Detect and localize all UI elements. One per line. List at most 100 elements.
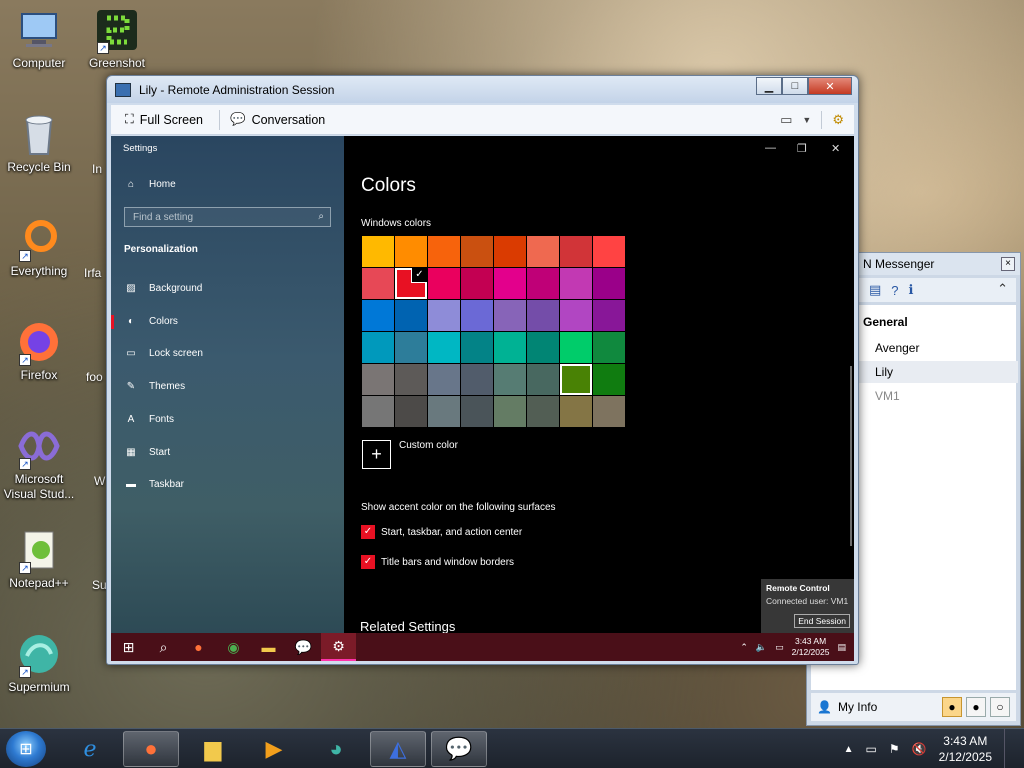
- color-swatch[interactable]: [362, 300, 394, 331]
- close-button[interactable]: ✕: [808, 77, 852, 95]
- partial-icon-label[interactable]: Irfa: [84, 266, 104, 280]
- status-offline-icon[interactable]: ○: [990, 697, 1010, 717]
- color-swatch[interactable]: [428, 300, 460, 331]
- window-titlebar[interactable]: Lily - Remote Administration Session: [107, 76, 858, 103]
- color-swatch[interactable]: [362, 268, 394, 299]
- desktop-icon-recycle-bin[interactable]: Recycle Bin: [0, 112, 78, 175]
- help-icon[interactable]: ?: [891, 283, 898, 298]
- checkbox-start-taskbar[interactable]: ✓ Start, taskbar, and action center: [361, 525, 522, 539]
- color-swatch[interactable]: [395, 268, 427, 299]
- color-swatch[interactable]: [593, 236, 625, 267]
- color-swatch[interactable]: [527, 236, 559, 267]
- desktop-icon-supermium[interactable]: ↗ Supermium: [0, 632, 78, 695]
- conversation-button[interactable]: 💬 Conversation: [226, 112, 335, 127]
- chevron-up-icon[interactable]: ▲: [844, 744, 854, 755]
- color-swatch[interactable]: [560, 396, 592, 427]
- color-swatch[interactable]: [560, 300, 592, 331]
- color-swatch[interactable]: [527, 364, 559, 395]
- desktop-icon-visual-studio[interactable]: ↗ Microsoft Visual Stud...: [0, 424, 78, 502]
- nav-start[interactable]: ▦ Start: [125, 447, 170, 458]
- color-swatch[interactable]: [428, 396, 460, 427]
- color-swatch[interactable]: [428, 332, 460, 363]
- nav-taskbar[interactable]: ▬ Taskbar: [125, 479, 184, 490]
- color-swatch[interactable]: [494, 396, 526, 427]
- taskbar-messenger[interactable]: 💬: [431, 731, 487, 767]
- nav-background[interactable]: ▨ Background: [125, 283, 202, 294]
- taskbar-file-explorer[interactable]: ▆: [185, 731, 241, 767]
- color-swatch[interactable]: [428, 364, 460, 395]
- color-swatch[interactable]: [395, 364, 427, 395]
- search-icon[interactable]: ⌕: [146, 633, 181, 661]
- color-swatch[interactable]: [461, 396, 493, 427]
- color-swatch[interactable]: [527, 268, 559, 299]
- color-swatch[interactable]: [527, 396, 559, 427]
- file-explorer-icon[interactable]: ▬: [251, 633, 286, 661]
- minimize-button[interactable]: ▁: [756, 77, 782, 95]
- clock[interactable]: 3:43 AM 2/12/2025: [939, 733, 992, 765]
- color-swatch[interactable]: [527, 332, 559, 363]
- color-swatch[interactable]: [428, 268, 460, 299]
- color-swatch[interactable]: [494, 364, 526, 395]
- end-session-button[interactable]: End Session: [794, 614, 850, 628]
- network-icon[interactable]: ▭: [866, 742, 877, 756]
- taskbar-internet-explorer[interactable]: ℯ: [62, 731, 118, 767]
- color-swatch[interactable]: [560, 236, 592, 267]
- chevron-down-icon[interactable]: ▼: [802, 115, 811, 125]
- display-select-icon[interactable]: ▭: [780, 112, 792, 128]
- color-swatch[interactable]: [494, 268, 526, 299]
- color-swatch[interactable]: [527, 300, 559, 331]
- close-icon[interactable]: ✕: [831, 142, 840, 155]
- desktop-icon-everything[interactable]: ↗ Everything: [0, 216, 78, 279]
- windows-start-icon[interactable]: ⊞: [111, 633, 146, 661]
- scrollbar[interactable]: [850, 366, 852, 546]
- color-swatch[interactable]: [593, 332, 625, 363]
- start-button[interactable]: ⊞: [6, 731, 46, 767]
- info-icon[interactable]: ℹ: [909, 282, 914, 298]
- color-swatch[interactable]: [362, 364, 394, 395]
- status-away-icon[interactable]: ●: [966, 697, 986, 717]
- color-swatch[interactable]: [395, 300, 427, 331]
- color-swatch[interactable]: [395, 332, 427, 363]
- color-swatch[interactable]: [395, 236, 427, 267]
- taskbar-media-player[interactable]: ▶: [246, 731, 302, 767]
- color-swatch[interactable]: [593, 300, 625, 331]
- settings-gear-icon[interactable]: ⚙: [321, 633, 356, 661]
- chevron-up-icon[interactable]: ⌃: [740, 642, 748, 653]
- nav-themes[interactable]: ✎ Themes: [125, 381, 185, 392]
- full-screen-button[interactable]: ⛶ Full Screen: [121, 112, 213, 127]
- nav-home[interactable]: ⌂ Home: [125, 179, 176, 190]
- flag-icon[interactable]: ⚑: [889, 742, 900, 756]
- color-swatch[interactable]: [593, 268, 625, 299]
- color-swatch[interactable]: [461, 332, 493, 363]
- partial-icon-label[interactable]: foo: [86, 370, 106, 384]
- color-swatch[interactable]: [362, 396, 394, 427]
- chevron-up-icon[interactable]: ⌃: [997, 281, 1008, 297]
- taskbar-remote-admin[interactable]: ◭: [370, 731, 426, 767]
- color-swatch[interactable]: [494, 332, 526, 363]
- settings-gear-icon[interactable]: ⚙: [832, 112, 844, 128]
- minimize-icon[interactable]: —: [765, 142, 776, 154]
- contact-group[interactable]: General: [863, 315, 908, 329]
- color-swatch[interactable]: [494, 236, 526, 267]
- show-desktop-button[interactable]: [1004, 729, 1016, 768]
- chrome-icon[interactable]: ◉: [216, 633, 251, 661]
- volume-muted-icon[interactable]: 🔇: [912, 742, 927, 756]
- color-swatch[interactable]: [461, 268, 493, 299]
- color-swatch[interactable]: [560, 268, 592, 299]
- status-online-icon[interactable]: ●: [942, 697, 962, 717]
- desktop-icon-computer[interactable]: Computer: [0, 8, 78, 71]
- nav-colors[interactable]: ◐ Colors: [125, 316, 178, 327]
- color-swatch[interactable]: [560, 332, 592, 363]
- remote-clock[interactable]: 3:43 AM 2/12/2025: [792, 636, 830, 658]
- color-swatch[interactable]: [593, 396, 625, 427]
- remote-screen[interactable]: Settings ⌂ Home Find a setting ⌕ Persona…: [111, 136, 854, 661]
- firefox-icon[interactable]: ●: [181, 633, 216, 661]
- desktop-icon-greenshot[interactable]: ↗ Greenshot: [78, 8, 156, 71]
- nav-fonts[interactable]: A Fonts: [125, 414, 174, 425]
- volume-icon[interactable]: 🔈: [756, 642, 767, 653]
- desktop-icon-notepadpp[interactable]: ↗ Notepad++: [0, 528, 78, 591]
- nav-lock-screen[interactable]: ▭ Lock screen: [125, 348, 203, 359]
- color-swatch[interactable]: [560, 364, 592, 395]
- notification-icon[interactable]: ▤: [837, 642, 846, 653]
- taskbar-supermium[interactable]: ◕: [308, 731, 364, 767]
